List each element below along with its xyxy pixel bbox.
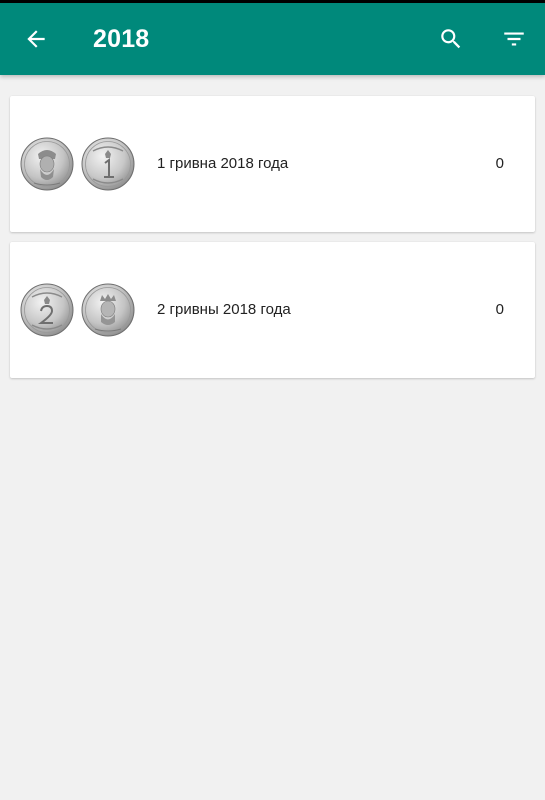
search-button[interactable] [431,19,471,59]
coin-list: 1 гривна 2018 года 0 2 гривны 2018 года … [10,96,535,388]
coin-title: 1 гривна 2018 года [157,155,289,172]
search-icon [441,29,461,49]
coin-list-item[interactable]: 1 гривна 2018 года 0 [10,96,535,232]
coin-count: 0 [495,301,504,318]
coin-count: 0 [495,155,504,172]
filter-button[interactable] [494,19,534,59]
page-title: 2018 [93,25,150,53]
coin-list-item[interactable]: 2 гривны 2018 года 0 [10,242,535,378]
coin-title: 2 гривны 2018 года [157,301,291,318]
coin-denomination-2-icon [20,283,74,337]
app-bar: 2018 [0,3,545,75]
coin-portrait-icon [20,137,74,191]
arrow-back-icon [27,30,45,48]
coin-denomination-1-icon [81,137,135,191]
filter-icon [504,32,524,46]
coin-portrait-icon [81,283,135,337]
back-button[interactable] [16,19,56,59]
